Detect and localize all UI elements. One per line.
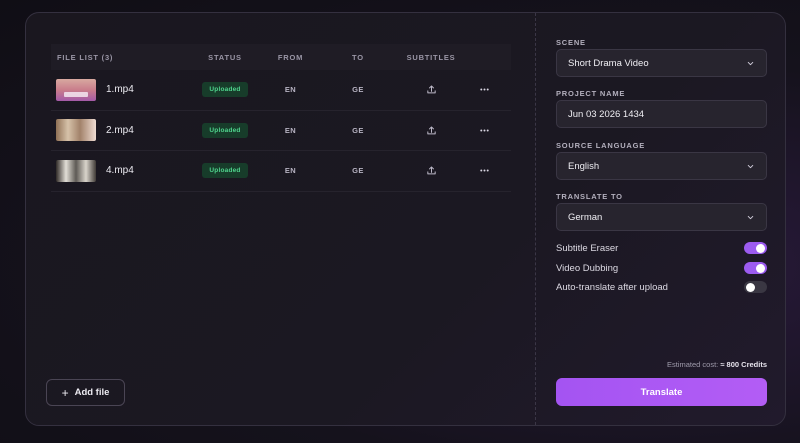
row-more-button[interactable] bbox=[458, 165, 511, 176]
row-more-button[interactable] bbox=[458, 84, 511, 95]
scene-select[interactable]: Short Drama Video bbox=[556, 49, 767, 77]
project-name-value: Jun 03 2026 1434 bbox=[568, 108, 645, 120]
file-name: 2.mp4 bbox=[106, 124, 134, 136]
table-header: FILE LIST (3) STATUS FROM TO SUBTITLES bbox=[51, 44, 511, 70]
auto-translate-row: Auto-translate after upload bbox=[556, 279, 767, 295]
chevron-down-icon bbox=[747, 164, 754, 168]
more-icon bbox=[480, 88, 489, 91]
to-language: GE bbox=[352, 85, 364, 95]
upload-subtitles-button[interactable] bbox=[404, 125, 458, 136]
project-name-input[interactable]: Jun 03 2026 1434 bbox=[556, 100, 767, 128]
status-badge: Uploaded bbox=[202, 82, 248, 98]
cost-label: Estimated cost: bbox=[666, 360, 719, 369]
subtitle-eraser-label: Subtitle Eraser bbox=[556, 242, 619, 254]
table-row[interactable]: 2.mp4 Uploaded EN GE bbox=[51, 111, 511, 151]
header-from: FROM bbox=[277, 52, 304, 62]
translate-to-label: TRANSLATE TO bbox=[556, 192, 623, 201]
panel-divider bbox=[535, 13, 536, 425]
add-file-label: Add file bbox=[74, 387, 110, 398]
video-thumbnail bbox=[56, 78, 96, 101]
header-to: TO bbox=[352, 52, 364, 62]
header-status: STATUS bbox=[208, 52, 242, 62]
video-dubbing-toggle[interactable] bbox=[744, 262, 767, 274]
scene-label: SCENE bbox=[556, 38, 586, 47]
source-language-label: SOURCE LANGUAGE bbox=[556, 141, 646, 150]
translation-panel: FILE LIST (3) STATUS FROM TO SUBTITLES 1… bbox=[25, 12, 786, 426]
header-subtitles: SUBTITLES bbox=[406, 52, 456, 62]
upload-icon bbox=[426, 85, 436, 94]
more-icon bbox=[480, 129, 489, 132]
upload-subtitles-button[interactable] bbox=[404, 165, 458, 176]
scene-value: Short Drama Video bbox=[568, 57, 649, 69]
video-thumbnail bbox=[56, 119, 96, 142]
estimated-cost: Estimated cost: ≈ 800 Credits bbox=[667, 360, 767, 369]
status-badge: Uploaded bbox=[202, 122, 248, 138]
table-row[interactable]: 1.mp4 Uploaded EN GE bbox=[51, 70, 511, 111]
auto-translate-toggle[interactable] bbox=[744, 281, 767, 293]
table-row[interactable]: 4.mp4 Uploaded EN GE bbox=[51, 151, 511, 192]
file-name: 4.mp4 bbox=[106, 165, 134, 177]
from-language: EN bbox=[284, 85, 297, 95]
file-name: 1.mp4 bbox=[106, 84, 134, 96]
to-language: GE bbox=[352, 125, 364, 135]
chevron-down-icon bbox=[747, 61, 754, 65]
settings-panel: SCENE Short Drama Video PROJECT NAME Jun… bbox=[556, 13, 767, 425]
row-more-button[interactable] bbox=[458, 125, 511, 136]
file-list-panel: FILE LIST (3) STATUS FROM TO SUBTITLES 1… bbox=[26, 13, 536, 425]
header-file-list: FILE LIST (3) bbox=[57, 52, 114, 62]
status-badge: Uploaded bbox=[202, 163, 248, 179]
upload-icon bbox=[426, 126, 436, 135]
subtitle-eraser-toggle[interactable] bbox=[744, 242, 767, 254]
cost-value: ≈ 800 Credits bbox=[720, 360, 767, 369]
translate-button[interactable]: Translate bbox=[556, 378, 767, 406]
upload-subtitles-button[interactable] bbox=[404, 84, 458, 95]
to-language: GE bbox=[352, 166, 364, 176]
video-dubbing-label: Video Dubbing bbox=[556, 262, 619, 274]
plus-icon: + bbox=[61, 385, 69, 400]
source-language-select[interactable]: English bbox=[556, 152, 767, 180]
source-language-value: English bbox=[568, 160, 600, 172]
project-name-label: PROJECT NAME bbox=[556, 89, 626, 98]
video-dubbing-row: Video Dubbing bbox=[556, 260, 767, 276]
subtitle-eraser-row: Subtitle Eraser bbox=[556, 240, 767, 256]
file-table: FILE LIST (3) STATUS FROM TO SUBTITLES 1… bbox=[51, 44, 511, 192]
upload-icon bbox=[426, 166, 436, 175]
from-language: EN bbox=[284, 125, 297, 135]
translate-to-select[interactable]: German bbox=[556, 203, 767, 231]
video-thumbnail bbox=[56, 159, 96, 182]
add-file-button[interactable]: + Add file bbox=[46, 379, 125, 406]
auto-translate-label: Auto-translate after upload bbox=[556, 281, 668, 293]
from-language: EN bbox=[284, 166, 297, 176]
more-icon bbox=[480, 169, 489, 172]
chevron-down-icon bbox=[747, 215, 754, 219]
translate-to-value: German bbox=[568, 211, 603, 223]
